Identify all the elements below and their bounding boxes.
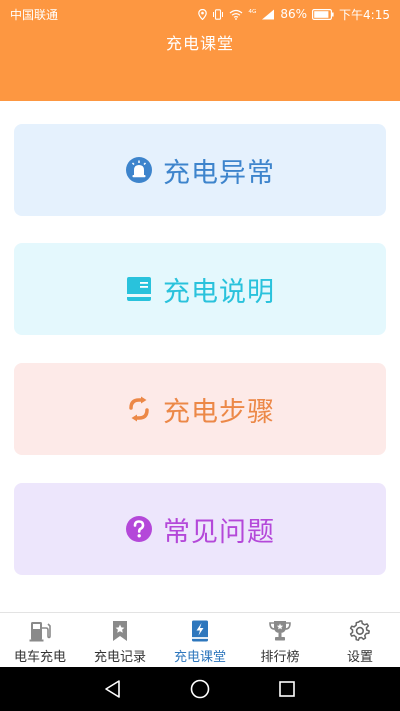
wifi-icon	[229, 9, 243, 20]
card-faq[interactable]: 常见问题	[14, 483, 386, 575]
carrier-label: 中国联通	[10, 7, 59, 22]
tab-ev-charging[interactable]: 电车充电	[0, 613, 80, 667]
card-label: 充电说明	[163, 276, 275, 308]
alarm-icon	[126, 157, 152, 183]
bookmark-star-icon	[113, 621, 127, 641]
lightning-book-icon	[192, 620, 208, 642]
tab-label: 充电课堂	[173, 650, 226, 665]
tab-label: 电车充电	[13, 650, 66, 665]
signal-strength-icon	[262, 9, 275, 19]
card-charging-instructions[interactable]: 充电说明	[14, 243, 386, 335]
tab-charging-class[interactable]: 充电课堂	[160, 613, 240, 667]
card-charging-steps[interactable]: 充电步骤	[14, 363, 386, 455]
tab-label: 设置	[346, 650, 373, 665]
location-icon	[198, 8, 208, 20]
gear-icon	[349, 620, 370, 641]
card-label: 常见问题	[163, 516, 275, 548]
card-label: 充电异常	[163, 157, 275, 189]
recents-square-icon[interactable]	[276, 678, 298, 700]
network-type-label: ⁴ᴳ	[248, 9, 257, 19]
header: 中国联通 ⁴ᴳ 86% 下午4:15 充电课堂	[0, 0, 400, 101]
tab-settings[interactable]: 设置	[320, 613, 400, 667]
page-title: 充电课堂	[165, 34, 234, 53]
status-indicators: ⁴ᴳ 86% 下午4:15	[198, 6, 390, 23]
battery-icon	[312, 8, 334, 20]
tab-leaderboard[interactable]: 排行榜	[240, 613, 320, 667]
bottom-tab-bar: 电车充电 充电记录 充电课堂 排行榜 设置	[0, 612, 400, 667]
card-charging-exception[interactable]: 充电异常	[14, 124, 386, 216]
tab-label: 充电记录	[93, 650, 146, 665]
home-circle-icon[interactable]	[189, 678, 211, 700]
card-label: 充电步骤	[163, 396, 275, 428]
system-navigation-bar	[0, 667, 400, 711]
refresh-arrows-icon	[129, 396, 149, 422]
battery-percent: 86%	[280, 7, 308, 21]
tab-label: 排行榜	[260, 650, 300, 665]
manual-icon	[127, 277, 151, 301]
charging-station-icon	[29, 622, 51, 642]
status-bar: 中国联通 ⁴ᴳ 86% 下午4:15	[0, 0, 400, 28]
tab-charging-records[interactable]: 充电记录	[80, 613, 160, 667]
clock: 下午4:15	[339, 7, 390, 22]
back-triangle-icon[interactable]	[102, 678, 124, 700]
trophy-icon	[269, 621, 291, 641]
vibrate-icon	[213, 8, 224, 20]
question-icon	[126, 516, 152, 542]
